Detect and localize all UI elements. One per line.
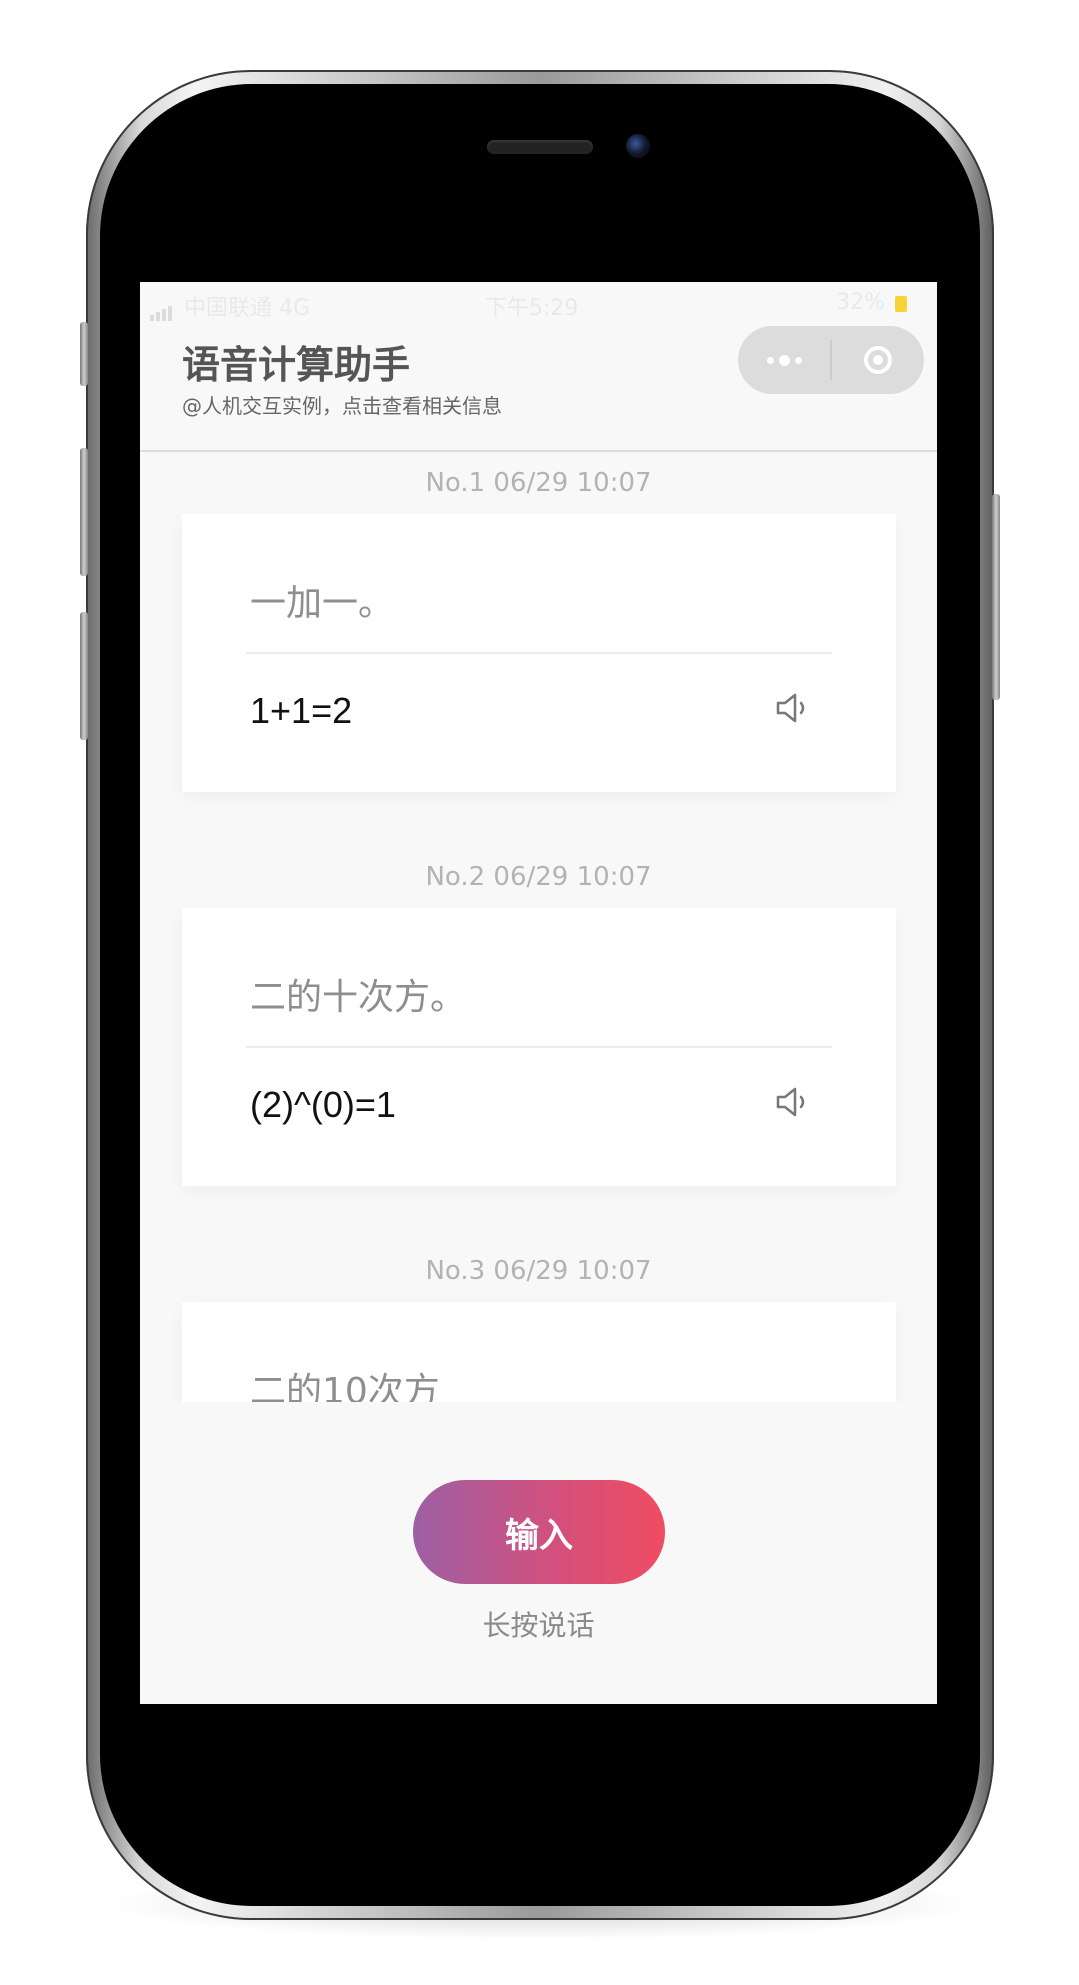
result-text: (2)^(0)=1	[250, 1084, 396, 1125]
status-bar: 中国联通 4G 下午5:29 32%	[140, 282, 937, 326]
hold-to-talk-hint: 长按说话	[482, 1609, 595, 1642]
card-divider	[246, 652, 832, 654]
entry-timestamp: No.1 06/29 10:07	[425, 468, 652, 498]
result-text: 1+1=2	[250, 690, 353, 731]
entry-timestamp: No.2 06/29 10:07	[425, 862, 652, 892]
close-button[interactable]	[832, 326, 924, 394]
status-time: 下午5:29	[485, 296, 579, 321]
speaker-icon[interactable]	[774, 690, 814, 726]
nav-header: 语音计算助手 @人机交互实例，点击查看相关信息	[140, 326, 937, 452]
battery-percent: 32%	[836, 290, 885, 315]
carrier-label: 中国联通 4G	[184, 296, 311, 321]
front-camera-icon	[626, 134, 650, 158]
query-text: 一加一。	[250, 583, 395, 624]
speaker-icon[interactable]	[774, 1084, 814, 1120]
power-button	[992, 494, 1000, 700]
page-subtitle[interactable]: @人机交互实例，点击查看相关信息	[182, 390, 502, 419]
result-card: 二的十次方。 (2)^(0)=1	[182, 908, 896, 1186]
result-card: 二的10次方	[182, 1302, 896, 1402]
app-screen: 中国联通 4G 下午5:29 32% 语音计算助手 @人机交互实例，点击查看相关…	[140, 282, 937, 1704]
silent-switch	[80, 322, 88, 386]
volume-up-button	[80, 448, 88, 576]
entry-timestamp: No.3 06/29 10:07	[425, 1256, 652, 1286]
voice-input-button[interactable]: 输入	[413, 1480, 665, 1584]
volume-down-button	[80, 612, 88, 740]
signal-icon	[150, 296, 174, 321]
battery-icon	[895, 296, 907, 312]
more-button[interactable]	[738, 326, 830, 394]
card-divider	[246, 1046, 832, 1048]
page-title: 语音计算助手	[182, 343, 411, 387]
mini-program-capsule	[738, 326, 924, 394]
query-text: 二的10次方	[250, 1371, 440, 1402]
earpiece-speaker	[487, 140, 593, 154]
target-circle-icon	[864, 346, 892, 374]
query-text: 二的十次方。	[250, 977, 467, 1018]
history-list[interactable]: No.1 06/29 10:07 一加一。 1+1=2 No.2 06/29 1…	[140, 452, 937, 1402]
more-dots-icon	[766, 354, 802, 366]
result-card: 一加一。 1+1=2	[182, 514, 896, 792]
